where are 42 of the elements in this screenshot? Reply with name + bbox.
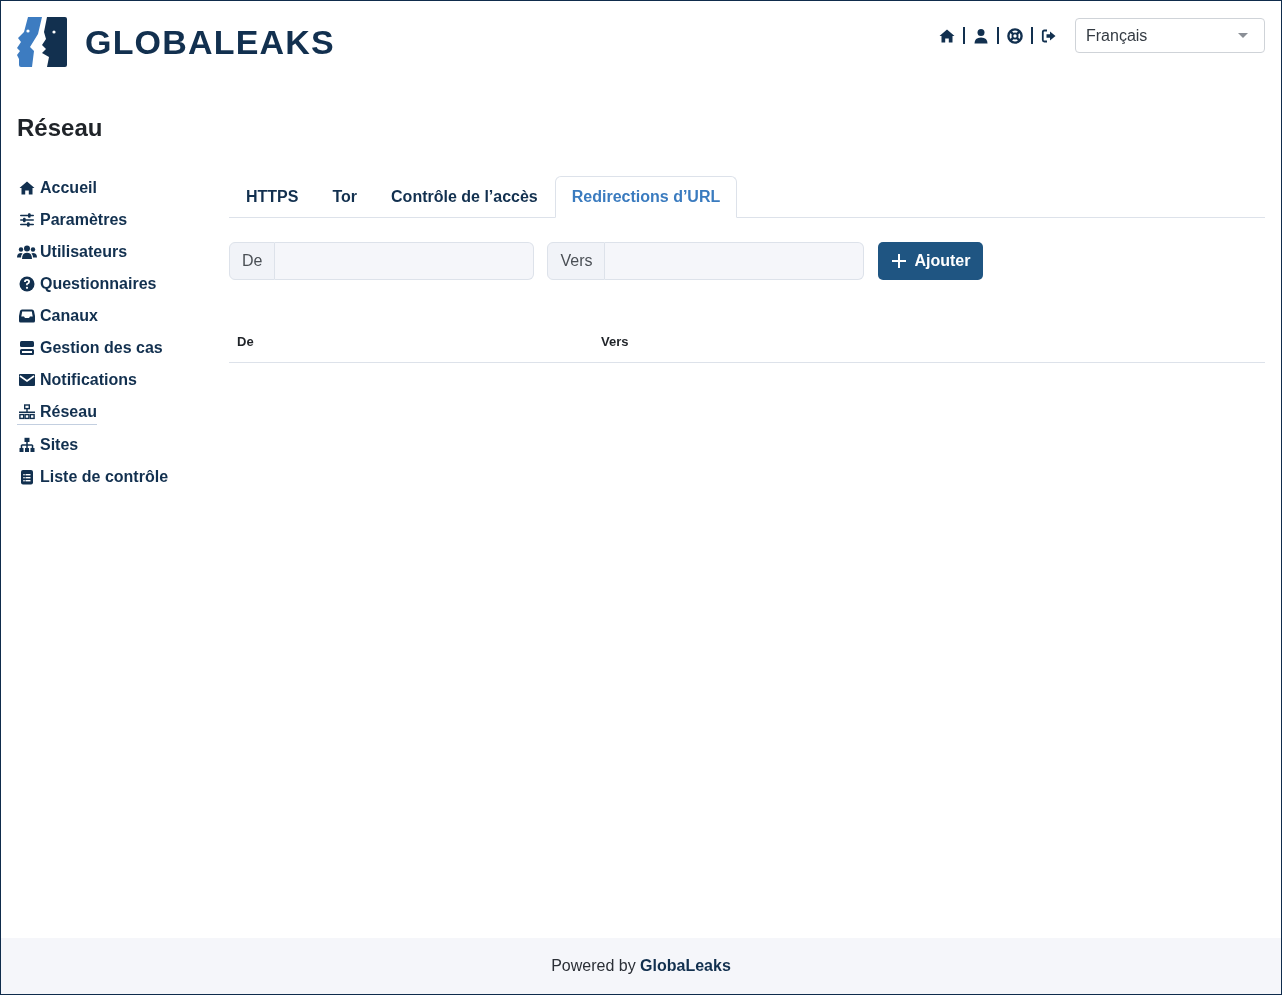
logo-text: GLOBALEAKS	[85, 22, 335, 62]
sidebar-item[interactable]: Gestion des cas	[17, 336, 163, 360]
add-button[interactable]: Ajouter	[878, 242, 984, 280]
tab[interactable]: Contrôle de l’accès	[374, 176, 555, 218]
tab[interactable]: Tor	[315, 176, 375, 218]
input-field[interactable]	[275, 242, 535, 280]
language-select[interactable]: Français	[1075, 18, 1265, 53]
plus-icon	[892, 254, 907, 268]
users-icon	[17, 244, 37, 260]
sidebar-item[interactable]: Liste de contrôle	[17, 465, 169, 489]
footer-text: Powered by GlobaLeaks	[551, 957, 731, 975]
tab[interactable]: Redirections d’URL	[554, 176, 738, 218]
server-icon	[19, 340, 35, 356]
sliders-icon	[19, 212, 35, 228]
sidebar-item[interactable]: Accueil	[17, 176, 97, 200]
sidebar-item[interactable]: Canaux	[17, 304, 98, 328]
logout-icon[interactable]	[1041, 27, 1057, 44]
table-header-cell-text: De	[236, 333, 255, 351]
inbox-icon	[19, 308, 35, 324]
envelope-icon	[19, 372, 35, 388]
clipboard-icon	[19, 469, 35, 485]
caret-icon	[1238, 33, 1248, 38]
page-title: Réseau	[17, 113, 104, 142]
home-icon	[19, 180, 35, 196]
network-icon	[19, 404, 35, 420]
tab[interactable]: HTTPS	[229, 176, 316, 218]
sidebar-item[interactable]: Notifications	[17, 368, 137, 392]
table-header-cell-text: Vers	[600, 333, 630, 351]
question-icon	[19, 276, 35, 292]
sidebar-item[interactable]: Questionnaires	[17, 272, 157, 296]
sidebar-item[interactable]: Utilisateurs	[17, 240, 128, 264]
sidebar-item[interactable]: Paramètres	[17, 208, 128, 232]
home-icon[interactable]	[939, 27, 955, 44]
logo-icon	[17, 17, 67, 67]
input-field[interactable]	[605, 242, 865, 280]
sidebar-item[interactable]: Réseau	[17, 400, 97, 425]
sitemap-icon	[19, 437, 35, 453]
sidebar-item[interactable]: Sites	[17, 433, 79, 457]
input-label: De	[229, 242, 276, 280]
input-label: Vers	[547, 242, 606, 280]
help-icon[interactable]	[1007, 27, 1023, 44]
user-icon[interactable]	[973, 27, 989, 44]
